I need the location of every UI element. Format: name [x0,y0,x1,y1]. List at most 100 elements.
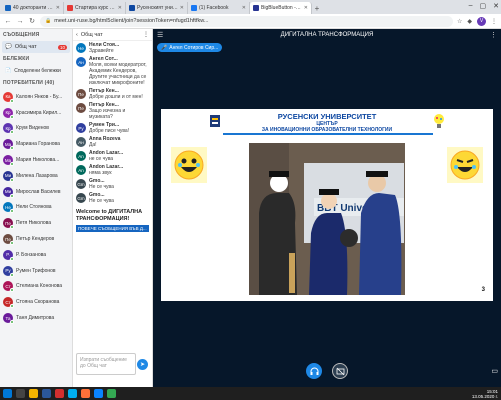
close-window-icon[interactable]: ✕ [493,2,499,10]
presenter-name: Ангел Сотиров Сир... [169,44,219,51]
edge-icon[interactable] [94,389,103,398]
message-text: Добре дошли и от мен! [89,94,143,100]
user-avatar: Кр [3,107,14,119]
user-list-item[interactable]: Ст Стояна Скоранова [0,294,72,310]
message-text: няма звук [89,170,112,176]
user-list-item[interactable]: Ми Мирослав Василев [0,184,72,200]
folder-icon[interactable] [29,389,38,398]
new-tab-button[interactable]: + [312,2,322,14]
options-icon[interactable]: ⋮ [490,31,497,39]
opera-icon[interactable] [55,389,64,398]
status-dot-icon [10,256,14,261]
screenshare-button[interactable] [332,363,348,379]
message-text: Моля, всеки модератрот, Академик Кендеро… [89,62,147,86]
chat-message: Gm Gmo... Не се чува [73,177,152,191]
smiley-icon [171,147,207,183]
send-button[interactable]: ➤ [137,359,148,370]
user-avatar: Ст [3,281,14,293]
url-field[interactable]: 🔒 meet.uni-ruse.bg/html5client/join?sess… [40,15,453,27]
close-icon[interactable]: ✕ [304,5,308,11]
user-name: Петър Кендеров [16,236,55,243]
user-name: Румен Трифонов [16,267,56,274]
chat-options-icon[interactable]: ⋮ [143,31,149,38]
user-list-item[interactable]: Кр Крум Виденов [0,121,72,137]
browser-tab-5[interactable]: BigBlueButton - ДИГИТ ✕ [250,2,312,14]
star-icon[interactable]: ☆ [457,18,462,25]
maximize-icon[interactable]: ▢ [480,2,487,10]
chrome-icon[interactable] [107,389,116,398]
back-icon[interactable]: ← [4,18,12,25]
message-avatar: An [76,151,86,161]
forward-icon[interactable]: → [16,18,24,25]
message-avatar: An [76,165,86,175]
message-text: Не се чува [89,184,114,190]
profile-avatar[interactable]: V [477,16,486,26]
word-icon[interactable] [42,389,51,398]
search-icon[interactable] [16,389,25,398]
messages-header: СЪОБЩЕНИЯ [3,32,40,38]
minimize-icon[interactable]: – [469,2,473,10]
close-icon[interactable]: ✕ [180,5,184,11]
user-name: Калоян Янков - Бу... [16,93,63,100]
public-chat-item[interactable]: 💬 Общ чат 10 [2,41,70,53]
user-initials: Р. [6,252,10,258]
user-list-item[interactable]: Ст Стелиана Кононова [0,279,72,295]
start-icon[interactable] [3,389,12,398]
chat-message-input[interactable]: Изпрати съобщение до Общ чат [76,353,136,375]
message-text: Защо изчезна и музиката? [89,108,126,120]
user-list-item[interactable]: Ру Румен Трифонов [0,263,72,279]
minimize-presentation-icon[interactable]: ▭ [491,367,498,375]
status-dot-icon [10,225,14,230]
user-avatar: Не [3,202,14,214]
status-dot-icon [10,130,14,135]
menu-icon[interactable]: ⋮ [491,18,497,25]
back-chevron-icon[interactable]: ‹ [76,32,78,38]
user-avatar: Ма [3,139,14,151]
browser-tab-3[interactable]: Русенският университет д ✕ [126,2,188,14]
browser-tab-4[interactable]: (1) Facebook ✕ [188,2,250,14]
user-panel-toggle-icon[interactable]: ☰ [157,31,163,39]
reload-icon[interactable]: ↻ [28,17,36,25]
status-dot-icon [10,304,14,309]
user-list-item[interactable]: Ка Калоян Янков - Бу... [0,89,72,105]
close-icon[interactable]: ✕ [56,5,60,11]
chat-message: Пе Петър Кен... Добре дошли и от мен! [73,87,152,101]
tab-favicon-icon [129,5,135,11]
browser-tab-1[interactable]: 40 докторанти от Русенск ✕ [2,2,64,14]
shared-notes-item[interactable]: 📄 Споделени бележки [2,65,70,77]
media-controls [153,363,501,379]
user-name: Петя Николова [16,220,52,227]
extension-icon[interactable]: ◆ [467,18,472,25]
browser-tab-2[interactable]: Стартира курс по англий ✕ [64,2,126,14]
slide: РУСЕНСКИ УНИВЕРСИТЕТ ЦЕНТЪР ЗА ИНОВАЦИОН… [161,109,493,301]
user-name: Таня Димитрова [16,315,55,322]
user-name: Мариана Горанова [16,141,60,148]
left-sidebar: СЪОБЩЕНИЯ 💬 Общ чат 10 БЕЛЕЖКИ 📄 Споделе… [0,29,73,387]
user-list-item[interactable]: Не Нели Стоянова [0,200,72,216]
presenter-badge: 🎤 Ангел Сотиров Сир... [157,43,223,52]
chat-message: Ан Anna Rozeva Да! [73,135,152,149]
user-list-item[interactable]: Р. Р. Бонзанова [0,247,72,263]
user-list-item[interactable]: Пе Петър Кендеров [0,231,72,247]
user-name: Нели Стоянова [16,204,52,211]
skype-icon[interactable] [68,389,77,398]
welcome-link[interactable]: ПОВЕЧЕ СЪОБЩЕНИЯ ВЪВ Д... [76,225,149,232]
status-dot-icon [10,288,14,293]
user-avatar: Ст [3,297,14,309]
chat-message: An Andon Lazar... няма звук [73,163,152,177]
user-list-item[interactable]: Ма Мария Николова... [0,152,72,168]
firefox-icon[interactable] [81,389,90,398]
public-chat-label: Общ чат [14,44,37,50]
user-list-item[interactable]: Пе Петя Николова [0,215,72,231]
user-list-item[interactable]: Кр Красимира Кирил... [0,105,72,121]
close-icon[interactable]: ✕ [242,5,246,11]
audio-button[interactable] [306,363,322,379]
user-list-item[interactable]: Та Таня Димитрова [0,310,72,326]
notes-icon: 📄 [5,68,12,74]
close-icon[interactable]: ✕ [118,5,122,11]
user-list-item[interactable]: Ма Мариана Горанова [0,136,72,152]
status-dot-icon [10,146,14,151]
ceremony-photo: BBT Universi [249,143,405,295]
user-list-item[interactable]: Ми Милена Лазарова [0,168,72,184]
slide-title: РУСЕНСКИ УНИВЕРСИТЕТ [277,112,377,121]
